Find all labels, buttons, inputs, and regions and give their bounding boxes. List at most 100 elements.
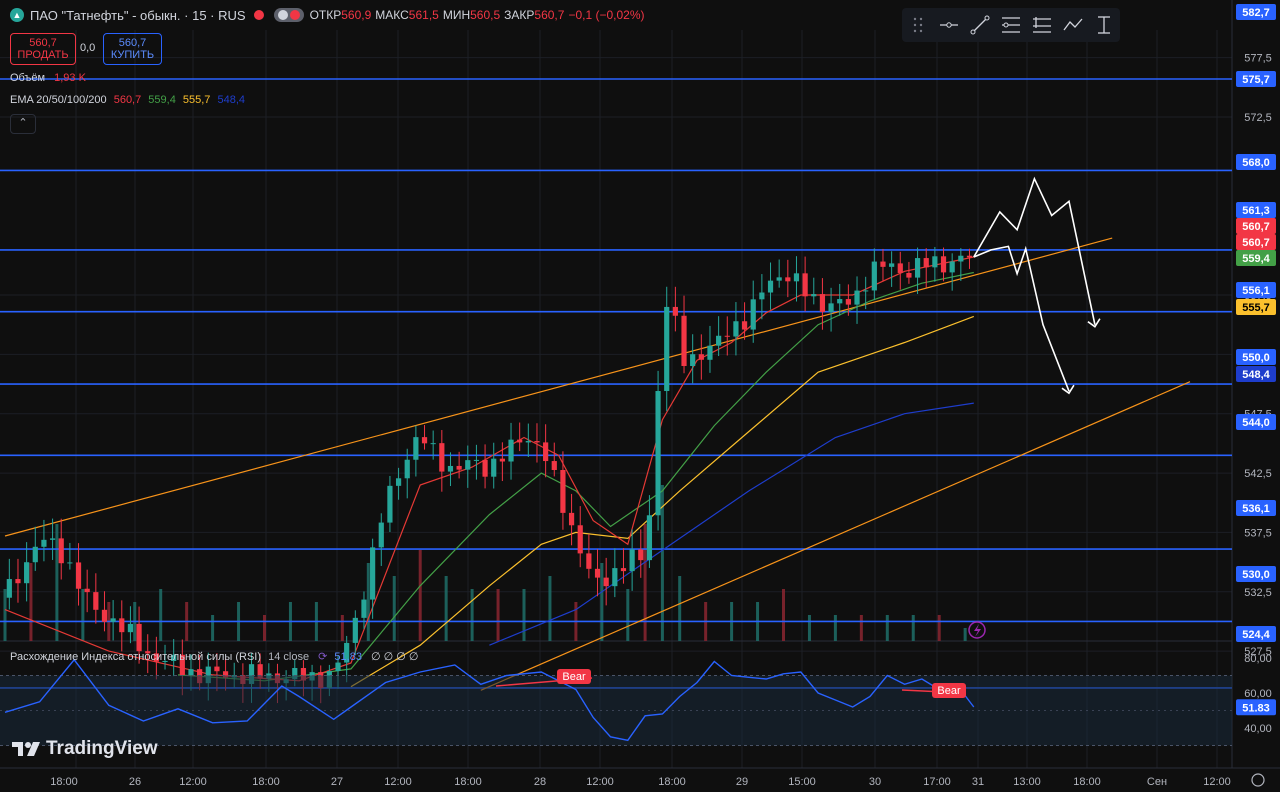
- rsi-axis-label: 80,00: [1244, 653, 1272, 665]
- candle-body: [127, 623, 134, 633]
- rsi-value: 51,83: [334, 651, 362, 663]
- candle-body: [664, 306, 670, 392]
- buy-button[interactable]: 560,7 КУПИТЬ: [103, 33, 162, 65]
- price-badge-label: 548,4: [1242, 369, 1270, 381]
- time-axis-label: 30: [869, 776, 881, 788]
- candle-body: [828, 303, 834, 312]
- candle-body: [741, 321, 748, 330]
- volume-bar: [522, 589, 526, 641]
- candle-body: [646, 515, 653, 561]
- candle-body: [923, 258, 929, 268]
- ema50-value: 559,4: [148, 94, 176, 106]
- volume-label: Объём: [10, 72, 46, 84]
- candle-body: [58, 538, 64, 564]
- price-badge-label: 582,7: [1242, 7, 1270, 19]
- ohlc-low-label: МИН: [442, 8, 471, 22]
- price-badge-label: 559,4: [1242, 253, 1270, 265]
- time-axis-label: 18:00: [252, 776, 280, 788]
- candle-body: [863, 290, 869, 292]
- price-axis-label: 532,5: [1244, 587, 1272, 599]
- price-badge-label: 568,0: [1242, 157, 1270, 169]
- candle-body: [84, 588, 90, 593]
- long-position-icon[interactable]: [1030, 13, 1054, 37]
- candle-body: [41, 539, 47, 547]
- candle-body: [465, 460, 471, 470]
- candle-body: [707, 345, 713, 360]
- time-axis-label: 28: [534, 776, 546, 788]
- ohlc-high-value: 561,5: [408, 8, 439, 22]
- volume-bar: [548, 576, 552, 641]
- chart-header: ▲ ПАО "Татнефть" - обыкн. · 15 · RUS ОТК…: [0, 0, 649, 30]
- trend-line-icon[interactable]: [968, 13, 992, 37]
- volume-bar: [937, 615, 941, 641]
- sell-button[interactable]: 560,7 ПРОДАТЬ: [10, 33, 76, 65]
- grip-icon[interactable]: [906, 13, 930, 37]
- candle-body: [335, 662, 341, 672]
- time-axis-label: 18:00: [454, 776, 482, 788]
- path-icon[interactable]: [1061, 13, 1085, 37]
- symbol-title[interactable]: ПАО "Татнефть" - обыкн. · 15 · RUS: [30, 8, 246, 23]
- candle-body: [586, 553, 592, 569]
- collapse-legend-button[interactable]: ⌃: [10, 114, 36, 134]
- rsi-badge-label: 51.83: [1242, 702, 1270, 714]
- horizontal-ray-icon[interactable]: [937, 13, 961, 37]
- rsi-label: Расхождение Индекса относительной силы (…: [10, 651, 262, 663]
- candle-body: [6, 579, 12, 598]
- candle-body: [352, 617, 358, 643]
- candle-body: [802, 273, 808, 297]
- volume-bar: [807, 615, 811, 641]
- volume-bar: [643, 524, 647, 641]
- tradingview-logo-icon: [12, 742, 40, 756]
- ohlc-low-value: 560,5: [470, 8, 501, 22]
- candle-body: [811, 294, 817, 297]
- price-badge-label: 560,7: [1242, 221, 1270, 233]
- volume-bar: [3, 589, 7, 641]
- candle-body: [387, 485, 393, 523]
- candle-body: [733, 321, 739, 337]
- volume-bar: [833, 615, 837, 641]
- price-badge-label: 550,0: [1242, 352, 1270, 364]
- candle-body: [629, 549, 635, 572]
- candle-body: [889, 263, 895, 267]
- ohlc-open-label: ОТКР: [309, 8, 342, 22]
- candle-body: [534, 441, 540, 443]
- candle-body: [508, 439, 514, 462]
- ohlc-high-label: МАКС: [375, 8, 409, 22]
- candle-body: [932, 256, 938, 268]
- fib-retracement-icon[interactable]: [999, 13, 1023, 37]
- volume-bar: [366, 563, 370, 641]
- rsi-legend[interactable]: Расхождение Индекса относительной силы (…: [10, 650, 419, 663]
- ema-legend[interactable]: EMA 20/50/100/200 560,7 559,4 555,7 548,…: [10, 94, 245, 106]
- visibility-toggle-icon[interactable]: [273, 8, 304, 22]
- bear-label: Bear: [937, 685, 961, 697]
- candle-body: [188, 669, 194, 676]
- bear-label: Bear: [562, 671, 586, 683]
- candle-body: [759, 292, 765, 300]
- candle-body: [897, 263, 903, 273]
- candle-body: [672, 306, 678, 316]
- price-axis-label: 537,5: [1244, 527, 1272, 539]
- price-chart[interactable]: BearBear577,5572,5557,5552,5547,5542,553…: [0, 0, 1280, 792]
- measure-icon[interactable]: [1092, 13, 1116, 37]
- time-axis-label: 26: [129, 776, 141, 788]
- rsi-params: 14 close: [268, 651, 310, 663]
- volume-bar: [859, 615, 863, 641]
- candle-body: [439, 443, 445, 472]
- volume-bar: [159, 589, 163, 641]
- time-axis-label: 29: [736, 776, 748, 788]
- volume-bar: [470, 589, 474, 641]
- candle-body: [594, 568, 601, 578]
- candle-body: [690, 354, 696, 367]
- volume-bar: [885, 615, 889, 641]
- candle-body: [119, 618, 125, 633]
- volume-legend[interactable]: Объём 1,93 K: [10, 72, 86, 84]
- candle-body: [698, 354, 704, 360]
- candle-body: [560, 470, 566, 513]
- candle-body: [525, 441, 531, 443]
- candle-body: [456, 465, 462, 470]
- price-badge-label: 555,7: [1242, 302, 1270, 314]
- volume-bar: [392, 576, 396, 641]
- time-axis-label: 15:00: [788, 776, 816, 788]
- candle-body: [15, 579, 21, 584]
- volume-bar: [600, 563, 604, 641]
